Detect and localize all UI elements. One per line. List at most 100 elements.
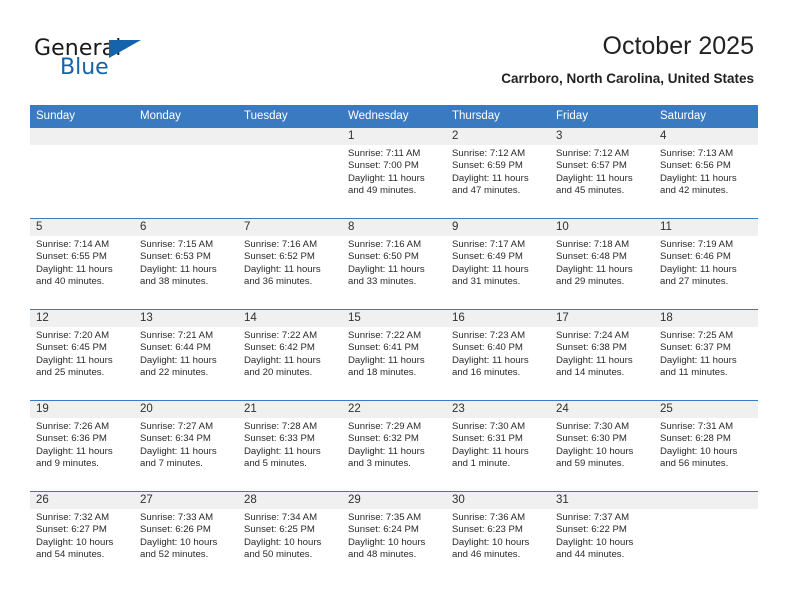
sunrise-time: Sunrise: 7:26 AM [36, 421, 110, 432]
sunset-time: Sunset: 6:22 PM [556, 524, 627, 536]
calendar-day-cell[interactable]: 23 Sunrise: 7:30 AM Sunset: 6:31 PM Dayligh… [446, 400, 550, 492]
day-details: Sunrise: 7:25 AM Sunset: 6:37 PM Daylight:… [654, 327, 758, 380]
daylight-duration-line2: and 7 minutes. [140, 458, 203, 470]
day-number: 2 [446, 128, 550, 145]
calendar-day-cell[interactable]: 21 Sunrise: 7:28 AM Sunset: 6:33 PM Dayligh… [238, 400, 342, 492]
sunrise-time: Sunrise: 7:33 AM [140, 512, 214, 523]
daylight-duration-line2: and 45 minutes. [556, 185, 625, 197]
daylight-duration-line2: and 16 minutes. [452, 367, 521, 379]
sunset-time: Sunset: 6:49 PM [452, 251, 523, 263]
calendar-day-cell[interactable]: 2 Sunrise: 7:12 AM Sunset: 6:59 PM Daylight… [446, 128, 550, 219]
calendar-day-cell[interactable]: 19 Sunrise: 7:26 AM Sunset: 6:36 PM Dayligh… [30, 400, 134, 492]
calendar-day-cell[interactable]: 20 Sunrise: 7:27 AM Sunset: 6:34 PM Dayligh… [134, 400, 238, 492]
sunset-time: Sunset: 6:31 PM [452, 433, 523, 445]
calendar-day-cell[interactable]: 5 Sunrise: 7:14 AM Sunset: 6:55 PM Daylight… [30, 218, 134, 310]
sunrise-time: Sunrise: 7:22 AM [348, 330, 422, 341]
day-cell-inner: 28 Sunrise: 7:34 AM Sunset: 6:25 PM Dayligh… [238, 492, 342, 582]
sunrise-time: Sunrise: 7:23 AM [452, 330, 526, 341]
day-details: Sunrise: 7:34 AM Sunset: 6:25 PM Daylight:… [238, 509, 342, 562]
sunset-time: Sunset: 7:00 PM [348, 160, 419, 172]
daylight-duration-line1: Daylight: 11 hours [36, 354, 113, 366]
daylight-duration-line1: Daylight: 11 hours [556, 354, 633, 366]
day-number: 16 [446, 310, 550, 327]
day-cell-inner: 25 Sunrise: 7:31 AM Sunset: 6:28 PM Dayligh… [654, 401, 758, 491]
daylight-duration-line2: and 52 minutes. [140, 549, 209, 561]
calendar-day-cell[interactable]: 26 Sunrise: 7:32 AM Sunset: 6:27 PM Dayligh… [30, 491, 134, 582]
calendar-day-cell[interactable]: 7 Sunrise: 7:16 AM Sunset: 6:52 PM Daylight… [238, 218, 342, 310]
calendar-day-cell[interactable]: 24 Sunrise: 7:30 AM Sunset: 6:30 PM Dayligh… [550, 400, 654, 492]
sunrise-time: Sunrise: 7:37 AM [556, 512, 630, 523]
sunrise-time: Sunrise: 7:30 AM [452, 421, 526, 432]
calendar-header-row: Sunday Monday Tuesday Wednesday Thursday… [30, 105, 758, 128]
day-cell-inner: 23 Sunrise: 7:30 AM Sunset: 6:31 PM Dayligh… [446, 401, 550, 491]
calendar-day-cell[interactable]: 28 Sunrise: 7:34 AM Sunset: 6:25 PM Dayligh… [238, 491, 342, 582]
calendar-day-cell[interactable]: 15 Sunrise: 7:22 AM Sunset: 6:41 PM Dayligh… [342, 309, 446, 401]
calendar-day-cell[interactable]: 6 Sunrise: 7:15 AM Sunset: 6:53 PM Daylight… [134, 218, 238, 310]
sunrise-time: Sunrise: 7:32 AM [36, 512, 110, 523]
calendar-day-cell[interactable]: 4 Sunrise: 7:13 AM Sunset: 6:56 PM Daylight… [654, 128, 758, 219]
calendar-day-cell[interactable]: 1 Sunrise: 7:11 AM Sunset: 7:00 PM Daylight… [342, 128, 446, 219]
calendar-day-cell[interactable]: 25 Sunrise: 7:31 AM Sunset: 6:28 PM Dayligh… [654, 400, 758, 492]
sunrise-time: Sunrise: 7:35 AM [348, 512, 422, 523]
calendar-day-cell[interactable]: 11 Sunrise: 7:19 AM Sunset: 6:46 PM Dayligh… [654, 218, 758, 310]
calendar-day-cell[interactable]: 29 Sunrise: 7:35 AM Sunset: 6:24 PM Dayligh… [342, 491, 446, 582]
sunset-time: Sunset: 6:52 PM [244, 251, 315, 263]
calendar-day-cell[interactable]: 31 Sunrise: 7:37 AM Sunset: 6:22 PM Dayligh… [550, 491, 654, 582]
daylight-duration-line1: Daylight: 11 hours [140, 354, 217, 366]
calendar-day-cell[interactable]: 27 Sunrise: 7:33 AM Sunset: 6:26 PM Dayligh… [134, 491, 238, 582]
sunrise-time: Sunrise: 7:16 AM [348, 239, 422, 250]
day-number: 3 [550, 128, 654, 145]
calendar-day-cell[interactable]: 3 Sunrise: 7:12 AM Sunset: 6:57 PM Daylight… [550, 128, 654, 219]
sunset-time: Sunset: 6:46 PM [660, 251, 731, 263]
daylight-duration-line1: Daylight: 11 hours [36, 445, 113, 457]
day-number: 8 [342, 219, 446, 236]
day-cell-inner: 26 Sunrise: 7:32 AM Sunset: 6:27 PM Dayligh… [30, 492, 134, 582]
weekday-header-monday: Monday [134, 105, 238, 128]
day-cell-inner: 22 Sunrise: 7:29 AM Sunset: 6:32 PM Dayligh… [342, 401, 446, 491]
sunset-time: Sunset: 6:28 PM [660, 433, 731, 445]
calendar-day-cell[interactable]: 8 Sunrise: 7:16 AM Sunset: 6:50 PM Daylight… [342, 218, 446, 310]
daylight-duration-line2: and 5 minutes. [244, 458, 307, 470]
day-details: Sunrise: 7:19 AM Sunset: 6:46 PM Daylight:… [654, 236, 758, 289]
daylight-duration-line2: and 9 minutes. [36, 458, 99, 470]
calendar-day-cell[interactable]: 30 Sunrise: 7:36 AM Sunset: 6:23 PM Dayligh… [446, 491, 550, 582]
sunrise-time: Sunrise: 7:15 AM [140, 239, 214, 250]
calendar-day-cell[interactable]: 13 Sunrise: 7:21 AM Sunset: 6:44 PM Dayligh… [134, 309, 238, 401]
day-cell-inner [134, 128, 238, 218]
sunset-time: Sunset: 6:41 PM [348, 342, 419, 354]
day-details: Sunrise: 7:36 AM Sunset: 6:23 PM Daylight:… [446, 509, 550, 562]
calendar-week-row: 1 Sunrise: 7:11 AM Sunset: 7:00 PM Daylight… [30, 128, 758, 219]
day-cell-inner: 12 Sunrise: 7:20 AM Sunset: 6:45 PM Dayligh… [30, 310, 134, 400]
sunrise-time: Sunrise: 7:31 AM [660, 421, 734, 432]
calendar-week-row: 26 Sunrise: 7:32 AM Sunset: 6:27 PM Dayligh… [30, 491, 758, 582]
day-details: Sunrise: 7:35 AM Sunset: 6:24 PM Daylight:… [342, 509, 446, 562]
daylight-duration-line2: and 46 minutes. [452, 549, 521, 561]
day-number: 31 [550, 492, 654, 509]
day-cell-inner: 9 Sunrise: 7:17 AM Sunset: 6:49 PM Daylight… [446, 219, 550, 309]
calendar-day-cell[interactable]: 16 Sunrise: 7:23 AM Sunset: 6:40 PM Dayligh… [446, 309, 550, 401]
day-number: 23 [446, 401, 550, 418]
sunrise-time: Sunrise: 7:14 AM [36, 239, 110, 250]
day-details: Sunrise: 7:11 AM Sunset: 7:00 PM Daylight:… [342, 145, 446, 198]
day-cell-inner: 30 Sunrise: 7:36 AM Sunset: 6:23 PM Dayligh… [446, 492, 550, 582]
calendar-day-cell[interactable]: 18 Sunrise: 7:25 AM Sunset: 6:37 PM Dayligh… [654, 309, 758, 401]
sunset-time: Sunset: 6:44 PM [140, 342, 211, 354]
day-cell-inner: 14 Sunrise: 7:22 AM Sunset: 6:42 PM Dayligh… [238, 310, 342, 400]
daylight-duration-line1: Daylight: 11 hours [660, 354, 737, 366]
daylight-duration-line1: Daylight: 10 hours [348, 536, 426, 548]
calendar-day-cell[interactable]: 17 Sunrise: 7:24 AM Sunset: 6:38 PM Dayligh… [550, 309, 654, 401]
daylight-duration-line1: Daylight: 10 hours [140, 536, 218, 548]
calendar-day-cell[interactable]: 14 Sunrise: 7:22 AM Sunset: 6:42 PM Dayligh… [238, 309, 342, 401]
sunrise-time: Sunrise: 7:17 AM [452, 239, 526, 250]
sunset-time: Sunset: 6:32 PM [348, 433, 419, 445]
calendar-day-cell[interactable]: 22 Sunrise: 7:29 AM Sunset: 6:32 PM Dayligh… [342, 400, 446, 492]
day-number: 17 [550, 310, 654, 327]
general-blue-logo[interactable]: General Blue [34, 36, 224, 84]
calendar-day-cell[interactable]: 9 Sunrise: 7:17 AM Sunset: 6:49 PM Daylight… [446, 218, 550, 310]
daylight-duration-line1: Daylight: 11 hours [244, 354, 321, 366]
sunset-time: Sunset: 6:48 PM [556, 251, 627, 263]
calendar-day-cell[interactable]: 12 Sunrise: 7:20 AM Sunset: 6:45 PM Dayligh… [30, 309, 134, 401]
daylight-duration-line1: Daylight: 10 hours [244, 536, 322, 548]
daylight-duration-line1: Daylight: 11 hours [244, 263, 321, 275]
calendar-day-cell[interactable]: 10 Sunrise: 7:18 AM Sunset: 6:48 PM Dayligh… [550, 218, 654, 310]
